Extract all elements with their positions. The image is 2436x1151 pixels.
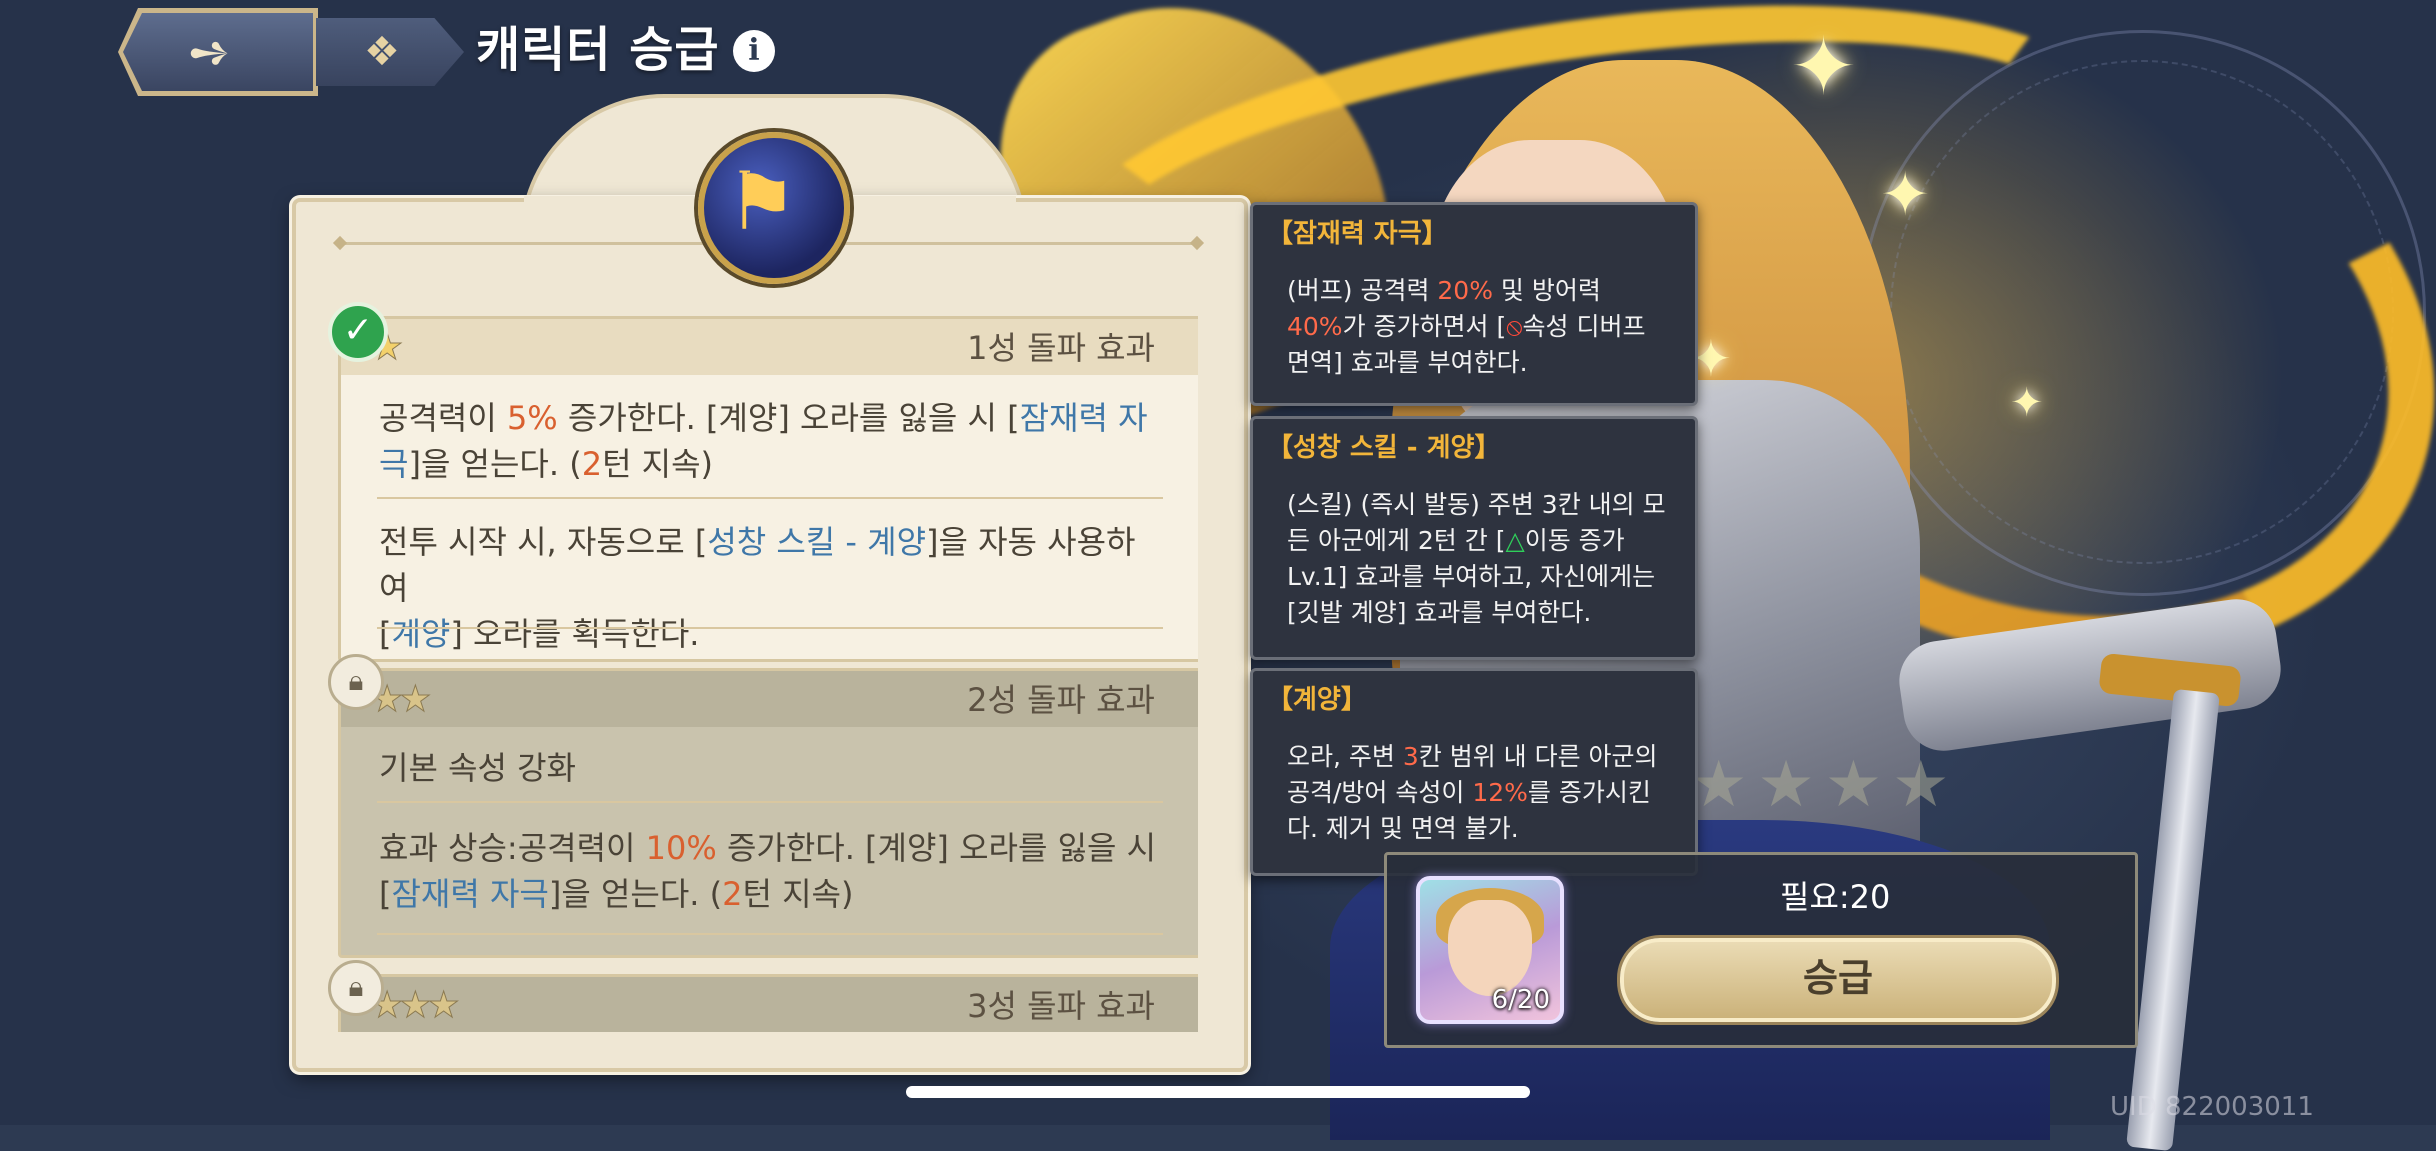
tooltip-title: 【계양】 xyxy=(1267,685,1367,715)
text-segment: 속성 디버프 xyxy=(1522,312,1646,341)
section-divider xyxy=(377,627,1163,629)
value-highlight: 2 xyxy=(581,445,603,483)
section-header: ★ 1성 돌파 효과 xyxy=(341,319,1198,375)
keyword-link[interactable]: 성창 스킬 - 계양 xyxy=(707,523,926,561)
section-title: 2성 돌파 효과 xyxy=(967,681,1155,719)
keyword-link[interactable]: 잠재력 자 xyxy=(1020,399,1148,437)
text-segment: ]을 얻는다. ( xyxy=(548,875,723,913)
triangle-move-icon: △ xyxy=(1505,526,1525,555)
text-segment: (버프) 공격력 xyxy=(1287,276,1438,305)
value-highlight: 3 xyxy=(1402,742,1419,771)
prohibit-icon: ⦸ xyxy=(1506,312,1523,341)
value-highlight: 12% xyxy=(1472,778,1528,807)
text-segment: 면역] 효과를 부여한다. xyxy=(1287,348,1528,377)
character-portrait[interactable]: 6/20 xyxy=(1416,876,1564,1024)
text-segment: 칸 범위 내 다른 아군의 xyxy=(1418,742,1658,771)
section-divider xyxy=(377,933,1163,935)
keyword-link[interactable]: 계양 xyxy=(391,615,450,653)
value-highlight: 5% xyxy=(506,399,558,437)
tooltip-raise-flag: 【계양】 오라, 주변 3칸 범위 내 다른 아군의 공격/방어 속성이 12%… xyxy=(1250,668,1698,876)
section-divider xyxy=(377,497,1163,499)
tooltip-title: 【성창 스킬 - 계양】 xyxy=(1267,433,1501,463)
text-segment: 오라, 주변 xyxy=(1287,742,1403,771)
grid-menu-button[interactable]: ❖ xyxy=(316,18,464,86)
tooltip-title: 【잠재력 자극】 xyxy=(1267,219,1448,249)
portrait-face xyxy=(1448,900,1532,996)
back-arrow-icon: ➺ xyxy=(188,23,230,81)
breakthrough-section-3: ★★★ 3성 돌파 효과 xyxy=(338,974,1198,1032)
sparkle-icon: ✦ xyxy=(1790,20,1858,113)
upgrade-button[interactable]: 승급 xyxy=(1620,938,2056,1022)
back-button[interactable]: ➺ xyxy=(118,8,318,96)
value-highlight: 10% xyxy=(645,829,717,867)
required-count: 필요:20 xyxy=(1780,878,1891,916)
text-segment: ] 오라를 획득한다. xyxy=(450,615,700,653)
text-segment: 이동 증가 xyxy=(1524,526,1625,555)
text-segment: 공격/방어 속성이 xyxy=(1287,778,1473,807)
value-highlight: 40% xyxy=(1287,312,1343,341)
star-rating-icon: ★★★ xyxy=(371,985,461,1026)
text-segment: 턴 지속) xyxy=(602,445,714,483)
value-highlight: 20% xyxy=(1437,276,1493,305)
sparkle-icon: ✦ xyxy=(1880,160,1931,230)
sparkle-icon: ✦ xyxy=(2010,380,2044,426)
keyword-link[interactable]: 극 xyxy=(379,445,408,483)
text-segment: ]을 얻는다. ( xyxy=(408,445,582,483)
tooltip-body: 오라, 주변 3칸 범위 내 다른 아군의 공격/방어 속성이 12%를 증가시… xyxy=(1287,739,1667,847)
value-highlight: 2 xyxy=(722,875,743,913)
breakthrough-section-2: ★★ 2성 돌파 효과 기본 속성 강화 효과 상승:공격력이 10% 증가한다… xyxy=(338,668,1198,958)
page-title: 캐릭터 승급 xyxy=(476,22,720,78)
section-divider xyxy=(377,801,1163,803)
text-segment: 다. 제거 및 면역 불가. xyxy=(1287,814,1519,843)
text-segment: 효과 상승:공격력이 xyxy=(379,829,646,867)
breakthrough-list[interactable]: ★ 1성 돌파 효과 공격력이 5% 증가한다. [계양] 오라를 잃을 시 [… xyxy=(338,312,1198,1032)
text-segment: [깃발 계양] 효과를 부여한다. xyxy=(1287,598,1592,627)
info-icon[interactable]: i xyxy=(733,30,775,72)
text-segment: 를 증가시킨 xyxy=(1527,778,1651,807)
grid-menu-icon: ❖ xyxy=(364,29,400,75)
breakthrough-section-1: ★ 1성 돌파 효과 공격력이 5% 증가한다. [계양] 오라를 잃을 시 [… xyxy=(338,316,1198,662)
section-header: ★★★ 3성 돌파 효과 xyxy=(341,977,1198,1032)
tooltip-body: (스킬) (즉시 발동) 주변 3칸 내의 모 든 아군에게 2턴 간 [△이동… xyxy=(1287,487,1667,631)
text-segment: 턴 지속) xyxy=(742,875,854,913)
section-title: 1성 돌파 효과 xyxy=(967,329,1155,367)
lock-icon: 🔒︎ xyxy=(328,654,384,710)
flag-emblem-icon: ⚑ xyxy=(698,132,850,284)
star-rating-background-icon: ★★★★ xyxy=(1690,748,1960,822)
checkmark-icon: ✓ xyxy=(328,302,388,362)
uid-label: UID 822003011 xyxy=(2110,1092,2314,1122)
section-title: 3성 돌파 효과 xyxy=(967,987,1155,1025)
text-segment: 공격력이 xyxy=(379,399,507,437)
text-segment: (스킬) (즉시 발동) 주변 3칸 내의 모 xyxy=(1287,490,1666,519)
text-segment: Lv.1] 효과를 부여하고, 자신에게는 xyxy=(1287,562,1656,591)
shard-count: 6/20 xyxy=(1491,985,1550,1015)
text-segment: 전투 시작 시, 자동으로 [ xyxy=(379,523,708,561)
text-segment: 증가한다. [계양] 오라를 잃을 시 xyxy=(716,829,1157,867)
home-indicator[interactable] xyxy=(906,1086,1530,1098)
tooltip-body: (버프) 공격력 20% 및 방어력 40%가 증가하면서 [⦸속성 디버프 면… xyxy=(1287,273,1667,381)
text-segment: 증가한다. [계양] 오라를 잃을 시 [ xyxy=(557,399,1020,437)
tooltip-holy-lance-skill: 【성창 스킬 - 계양】 (스킬) (즉시 발동) 주변 3칸 내의 모 든 아… xyxy=(1250,416,1698,660)
lock-icon: 🔒︎ xyxy=(328,960,384,1016)
text-segment: [ xyxy=(379,615,392,653)
keyword-link[interactable]: 잠재력 자극 xyxy=(391,875,548,913)
section-effect-text: 전투 시작 시, 자동으로 [성창 스킬 - 계양]을 자동 사용하여 [계양] … xyxy=(379,519,1159,657)
section-effect-text: 공격력이 5% 증가한다. [계양] 오라를 잃을 시 [잠재력 자극]을 얻는… xyxy=(379,395,1159,487)
text-segment: 든 아군에게 2턴 간 [ xyxy=(1287,526,1506,555)
section-header: ★★ 2성 돌파 효과 xyxy=(341,671,1198,727)
text-segment: 및 방어력 xyxy=(1492,276,1601,305)
tooltip-potential-stimulus: 【잠재력 자극】 (버프) 공격력 20% 및 방어력 40%가 증가하면서 [… xyxy=(1250,202,1698,406)
section-effect-text: 효과 상승:공격력이 10% 증가한다. [계양] 오라를 잃을 시 [잠재력 자… xyxy=(379,825,1159,917)
text-segment: 가 증가하면서 [ xyxy=(1342,312,1507,341)
section-effect-text: 기본 속성 강화 xyxy=(379,749,576,787)
upgrade-button-label: 승급 xyxy=(1803,956,1873,1000)
flag-icon: ⚑ xyxy=(726,155,798,248)
text-segment: [ xyxy=(379,875,392,913)
